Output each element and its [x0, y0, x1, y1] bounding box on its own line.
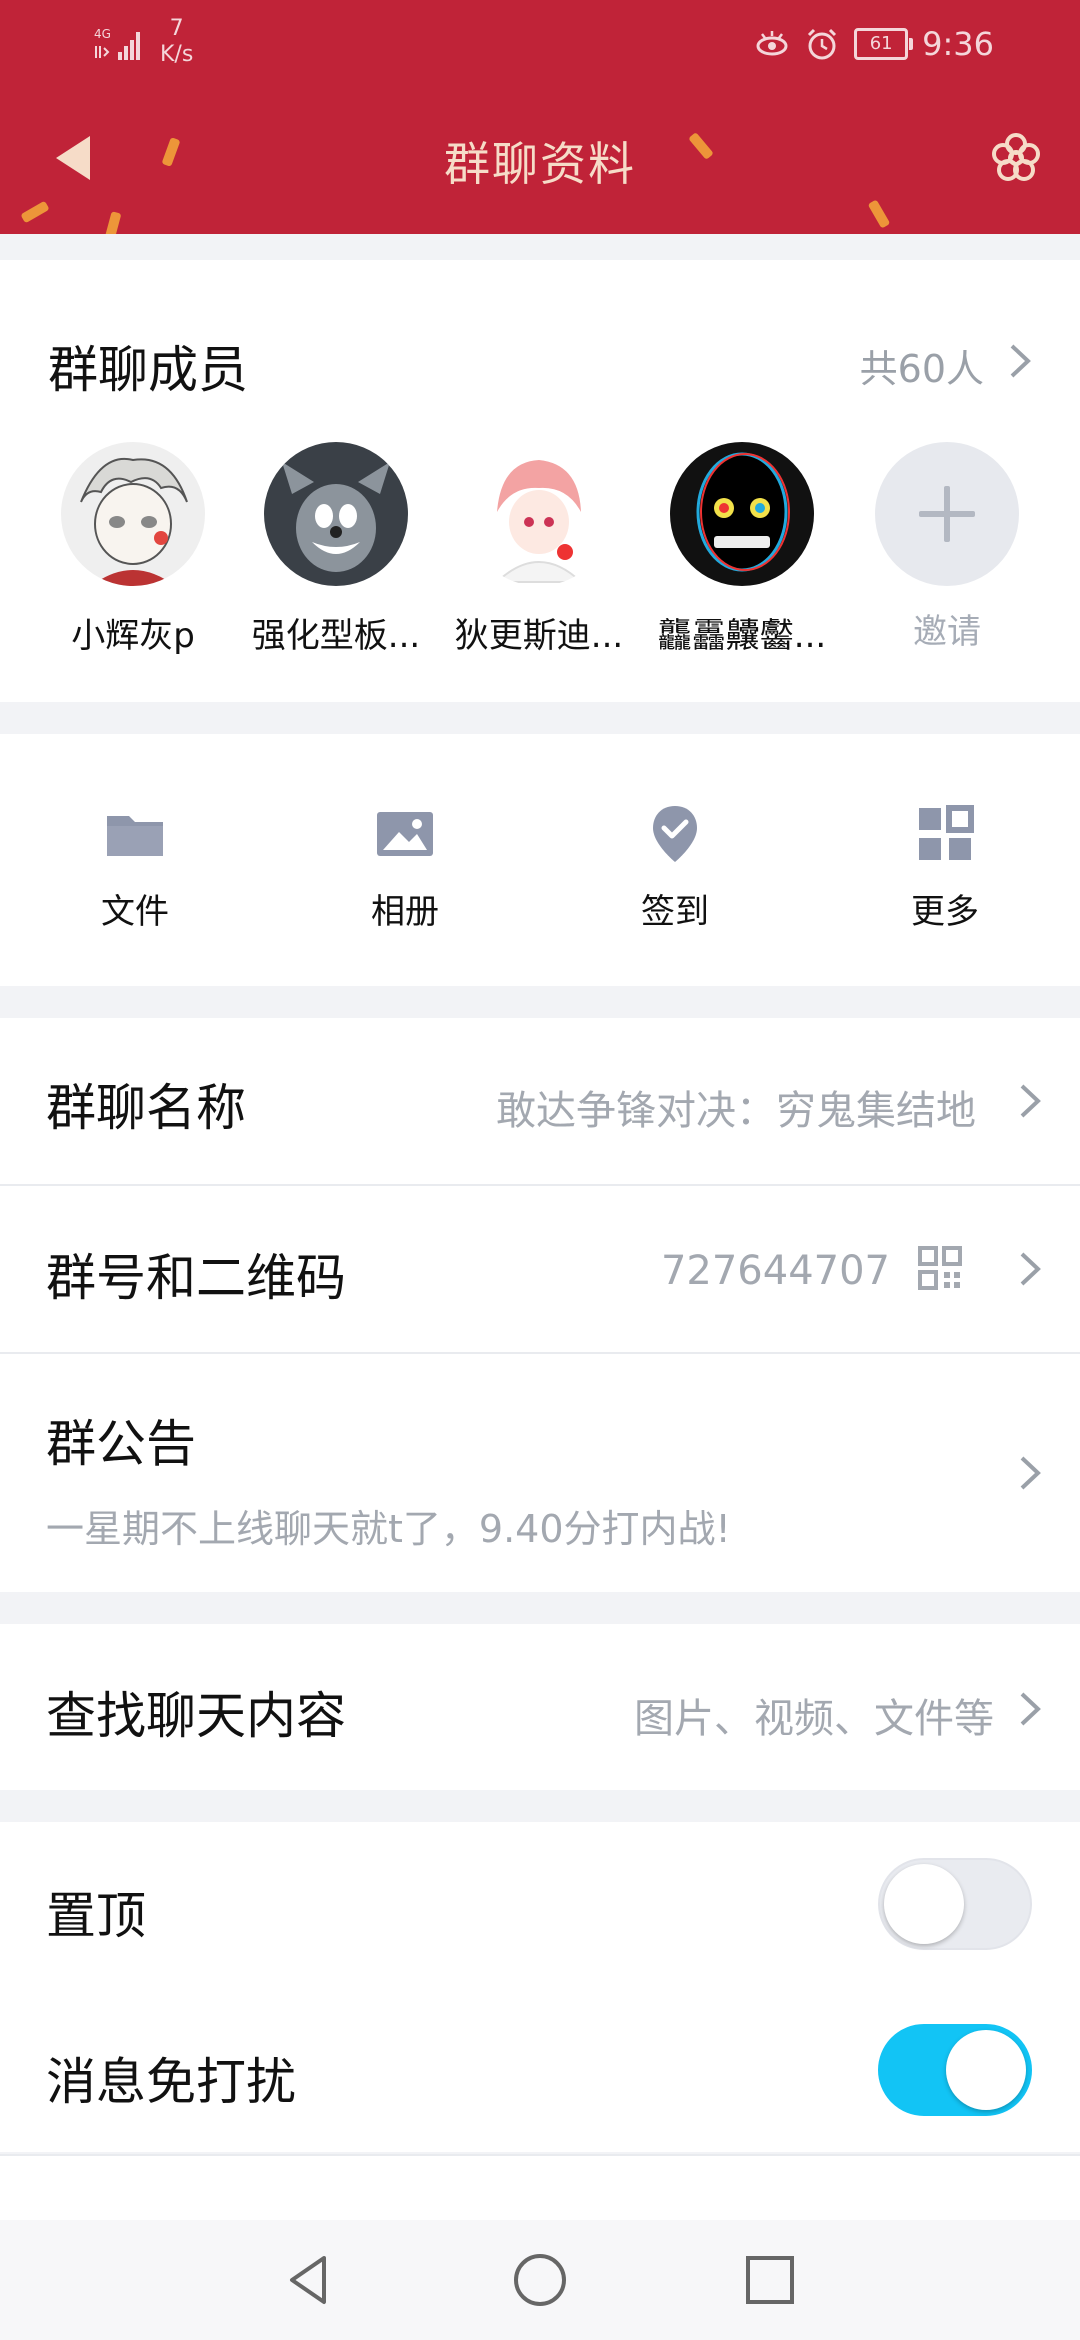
- qrcode-icon: [918, 1246, 962, 1290]
- system-navigation-bar: [0, 2220, 1080, 2340]
- chevron-right-icon: [1020, 1084, 1041, 1118]
- eye-comfort-icon: [756, 31, 788, 56]
- svg-text:4G: 4G: [94, 27, 111, 41]
- row-label: 群聊名称: [46, 1079, 246, 1137]
- page-title: 群聊资料: [444, 137, 636, 191]
- row-label: 置顶: [46, 1887, 146, 1945]
- next-row-partial: [0, 2156, 1080, 2220]
- pin-toggle[interactable]: [878, 1858, 1032, 1950]
- announcement-text: 一星期不上线聊天就t了，9.40分打内战!: [46, 1507, 731, 1551]
- network-speed: 7 K/s: [160, 16, 193, 68]
- pin-chat-row: 置顶: [0, 1822, 1080, 1986]
- avatar: [61, 442, 205, 586]
- chevron-right-icon: [1020, 1692, 1041, 1726]
- members-section: 群聊成员 共60人 小辉灰p 强化型板... 狄更斯迪... 龘靐齉齾... 邀…: [0, 260, 1080, 702]
- quick-tools-section: 文件 相册 签到 更多: [0, 734, 1080, 986]
- chevron-right-icon: [1020, 1456, 1041, 1490]
- search-chat-row[interactable]: 查找聊天内容 图片、视频、文件等: [0, 1624, 1080, 1790]
- member-avatar-item[interactable]: 龘靐齉齾...: [642, 442, 842, 657]
- invite-member-button[interactable]: 邀请: [847, 442, 1047, 653]
- alarm-icon: [808, 28, 837, 60]
- member-avatar-item[interactable]: 小辉灰p: [33, 442, 233, 657]
- row-label: 群号和二维码: [46, 1249, 346, 1307]
- member-avatar-item[interactable]: 强化型板...: [236, 442, 436, 657]
- member-name: 龘靐齉齾...: [657, 616, 827, 656]
- mute-toggle[interactable]: [878, 2024, 1032, 2116]
- avatar: [670, 442, 814, 586]
- tool-label: 相册: [371, 892, 439, 932]
- row-label: 消息免打扰: [46, 2053, 296, 2111]
- row-label: 查找聊天内容: [46, 1687, 346, 1745]
- do-not-disturb-row: 消息免打扰: [0, 1988, 1080, 2152]
- folder-icon: [107, 816, 163, 856]
- nav-back-icon[interactable]: [280, 2250, 340, 2310]
- grid-more-icon: [919, 805, 974, 860]
- chevron-right-icon[interactable]: [1008, 342, 1032, 380]
- tool-checkin-button[interactable]: 签到: [575, 802, 775, 933]
- invite-label: 邀请: [913, 612, 981, 652]
- tool-label: 文件: [101, 892, 169, 932]
- group-name-value: 敢达争锋对决：穷鬼集结地: [496, 1088, 976, 1134]
- member-name: 狄更斯迪...: [454, 616, 624, 656]
- search-chat-section: 查找聊天内容 图片、视频、文件等: [0, 1624, 1080, 1790]
- battery-indicator: 61: [854, 28, 914, 60]
- group-id-qrcode-row[interactable]: 群号和二维码 727644707: [0, 1186, 1080, 1352]
- tool-files-button[interactable]: 文件: [35, 802, 235, 933]
- header-bar: 4G 7 K/s 61 9:36 群聊资料: [0, 0, 1080, 234]
- speed-unit: K/s: [160, 42, 194, 67]
- member-name: 小辉灰p: [71, 616, 195, 656]
- confetti-decoration: [20, 200, 50, 224]
- plus-icon: [875, 442, 1019, 586]
- group-id-value: 727644707: [660, 1248, 890, 1294]
- tool-label: 更多: [911, 892, 979, 932]
- speed-value: 7: [169, 16, 184, 41]
- avatar: [264, 442, 408, 586]
- nav-home-icon[interactable]: [510, 2250, 570, 2310]
- search-hint: 图片、视频、文件等: [634, 1696, 994, 1742]
- flower-settings-icon[interactable]: [988, 130, 1044, 186]
- confetti-decoration: [867, 199, 891, 229]
- avatar: [467, 442, 611, 586]
- tool-album-button[interactable]: 相册: [305, 802, 505, 933]
- members-count[interactable]: 共60人: [860, 338, 984, 393]
- tool-label: 签到: [641, 892, 709, 932]
- clock: 9:36: [922, 25, 994, 63]
- toggle-knob: [946, 2030, 1026, 2110]
- chevron-right-icon: [1020, 1252, 1041, 1286]
- status-bar: 4G 7 K/s 61 9:36: [0, 0, 1080, 86]
- tool-more-button[interactable]: 更多: [845, 802, 1045, 933]
- confetti-decoration: [104, 211, 122, 234]
- signal-icon: 4G: [94, 27, 140, 60]
- group-name-row[interactable]: 群聊名称 敢达争锋对决：穷鬼集结地: [0, 1018, 1080, 1184]
- group-info-section: 群聊名称 敢达争锋对决：穷鬼集结地 群号和二维码 727644707 群公告 一…: [0, 1018, 1080, 1592]
- member-name: 强化型板...: [251, 616, 421, 656]
- members-title: 群聊成员: [48, 341, 248, 399]
- row-label: 群公告: [46, 1415, 196, 1473]
- checkin-pin-icon: [653, 806, 697, 862]
- image-icon: [377, 812, 433, 856]
- member-avatar-item[interactable]: 狄更斯迪...: [439, 442, 639, 657]
- toggle-knob: [884, 1864, 964, 1944]
- nav-recents-icon[interactable]: [740, 2250, 800, 2310]
- settings-toggles-section: 置顶 消息免打扰: [0, 1822, 1080, 2152]
- announcement-row[interactable]: 群公告 一星期不上线聊天就t了，9.40分打内战!: [0, 1354, 1080, 1592]
